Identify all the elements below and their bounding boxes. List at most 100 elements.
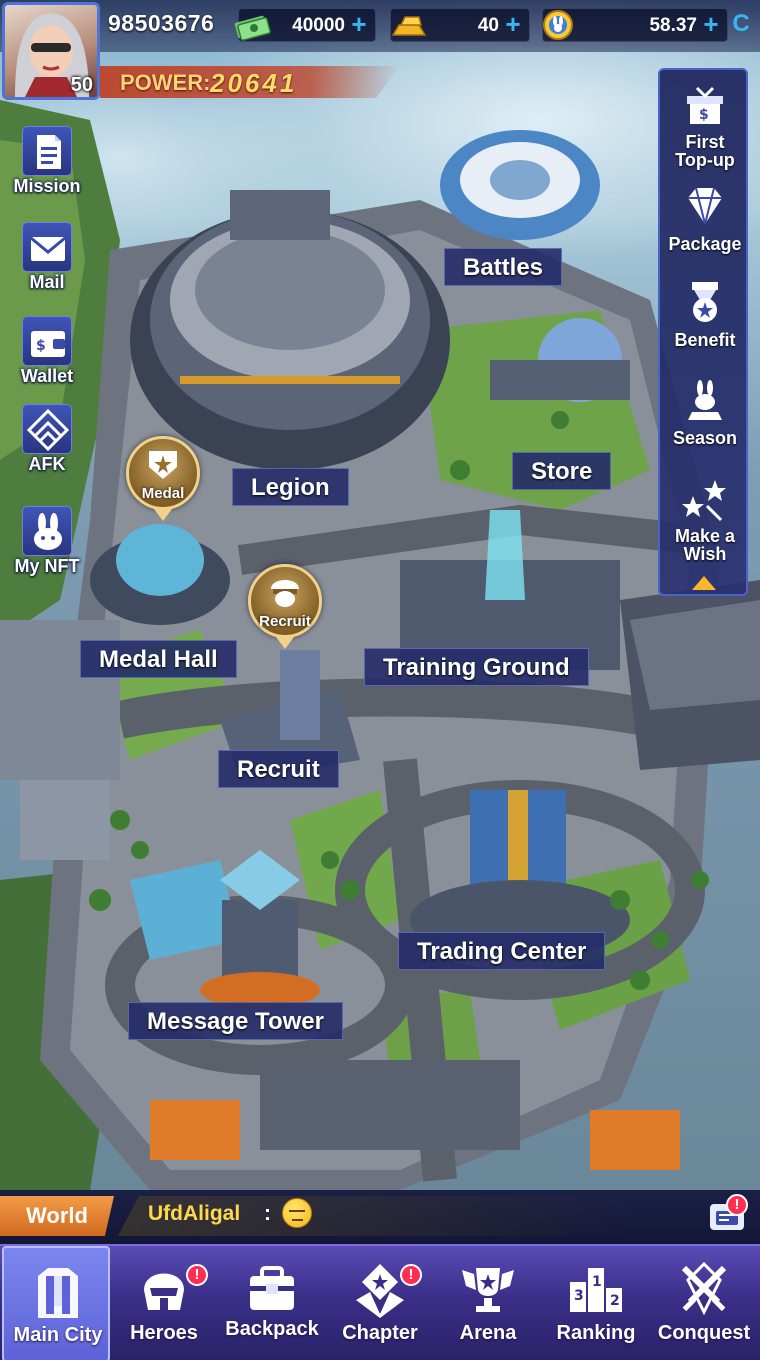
podium-icon: 1 3 2 [570, 1268, 622, 1312]
mission-button[interactable]: Mission [5, 126, 89, 202]
afk-label: AFK [28, 454, 66, 474]
cash-value: 40000 [292, 15, 345, 36]
refresh-icon[interactable]: C [728, 10, 754, 38]
document-icon [37, 135, 61, 169]
my-nft-button[interactable]: My NFT [5, 506, 89, 582]
battles-label[interactable]: Battles [444, 248, 563, 286]
medal-badge-label: Medal [141, 485, 185, 502]
nav-heroes[interactable]: ! Heroes [110, 1246, 218, 1360]
chat-alert-badge: ! [726, 1194, 748, 1216]
nav-backpack-label: Backpack [225, 1318, 319, 1340]
bunny-pedestal-icon [688, 380, 722, 420]
diamond-icon [688, 187, 722, 225]
chapter-alert-badge: ! [400, 1264, 422, 1286]
crossed-swords-icon [681, 1261, 727, 1316]
bunny-coin-icon [543, 10, 573, 40]
nav-ranking-label: Ranking [556, 1322, 636, 1344]
my-nft-icon-frame [22, 506, 72, 556]
stars-icon [682, 480, 726, 522]
nav-arena-label: Arena [459, 1322, 517, 1344]
medal-hall-label[interactable]: Medal Hall [80, 640, 237, 678]
player-level: 50 [70, 74, 93, 96]
player-avatar[interactable]: 50 [2, 2, 100, 100]
bottom-nav: Main City ! Heroes Backpack ! Chapter Ar… [0, 1244, 760, 1360]
chat-channel-tab[interactable]: World [0, 1196, 114, 1236]
heroes-alert-badge: ! [186, 1264, 208, 1286]
svg-text:1: 1 [592, 1274, 602, 1290]
helmet-icon [144, 1273, 184, 1310]
wallet-button[interactable]: $ Wallet [5, 316, 89, 392]
chapter-badge-icon [356, 1264, 404, 1318]
gold-resource: 40 + [390, 8, 530, 42]
season-label: Season [672, 428, 738, 448]
collapse-arrow-icon[interactable] [692, 576, 716, 590]
nav-conquest[interactable]: Conquest [650, 1246, 758, 1360]
make-a-wish-label-1: Make a [674, 526, 736, 546]
afk-button[interactable]: AFK [5, 404, 89, 480]
season-button[interactable]: Season [660, 378, 750, 458]
store-label[interactable]: Store [512, 452, 612, 490]
mail-button[interactable]: Mail [5, 222, 89, 298]
trophy-wings-icon [462, 1268, 514, 1312]
chat-separator: : [264, 1202, 271, 1225]
nav-chapter[interactable]: ! Chapter [326, 1246, 434, 1360]
power-label: POWER: [120, 70, 211, 95]
afk-icon-frame [22, 404, 72, 454]
gift-icon: $ [687, 86, 723, 124]
medal-badge[interactable]: Medal [126, 436, 200, 510]
medal-star-icon [149, 451, 177, 479]
benefit-label: Benefit [674, 330, 736, 350]
message-tower-label[interactable]: Message Tower [128, 1002, 343, 1040]
nav-ranking[interactable]: 1 3 2 Ranking [542, 1246, 650, 1360]
neutral-face-emoji-icon [282, 1198, 312, 1228]
mail-label: Mail [29, 272, 65, 292]
svg-text:$: $ [699, 107, 709, 123]
city-map[interactable] [0, 0, 760, 1190]
first-topup-label-2: Top-up [675, 150, 735, 170]
training-ground-label[interactable]: Training Ground [364, 648, 589, 686]
cash-icon [234, 15, 271, 41]
envelope-icon [30, 236, 66, 261]
gold-bar-icon [391, 16, 427, 36]
trading-center-label[interactable]: Trading Center [398, 932, 606, 970]
gold-value: 40 [477, 15, 499, 36]
nav-backpack[interactable]: Backpack [218, 1246, 326, 1360]
nav-heroes-label: Heroes [130, 1322, 198, 1344]
recruit-badge[interactable]: Recruit [248, 564, 322, 638]
medal-ribbon-icon [692, 282, 718, 322]
svg-text:$: $ [36, 338, 46, 354]
benefit-button[interactable]: Benefit [660, 280, 750, 360]
soldier-icon [271, 580, 299, 607]
recruit-badge-label: Recruit [259, 613, 311, 630]
chat-username[interactable]: UfdAligal [148, 1202, 240, 1226]
nav-conquest-label: Conquest [657, 1322, 751, 1344]
add-bunny-coin-button[interactable]: + [699, 11, 723, 37]
power-value: 20641 [210, 68, 298, 98]
bunny-coin-value: 58.37 [649, 15, 697, 36]
nav-arena[interactable]: Arena [434, 1246, 542, 1360]
player-id: 98503676 [108, 10, 215, 36]
bunny-icon [34, 513, 62, 550]
power-banner: POWER: 20641 [100, 66, 400, 98]
wallet-icon: $ [31, 331, 65, 357]
legion-label[interactable]: Legion [232, 468, 349, 506]
bunny-coin-resource: 58.37 + [542, 8, 728, 42]
make-a-wish-label-2: Wish [683, 544, 727, 564]
main-city-icon [38, 1268, 78, 1318]
mission-label: Mission [13, 176, 81, 196]
nav-chapter-label: Chapter [342, 1322, 418, 1344]
mission-icon-frame [22, 126, 72, 176]
city-map-art [0, 100, 760, 1190]
add-gold-button[interactable]: + [501, 11, 525, 37]
first-topup-label-1: First [685, 132, 725, 152]
first-topup-button[interactable]: $ First Top-up [660, 84, 750, 176]
package-button[interactable]: Package [660, 184, 750, 264]
make-a-wish-button[interactable]: Make a Wish [660, 476, 750, 568]
wallet-icon-frame: $ [22, 316, 72, 366]
cash-resource: 40000 + [234, 8, 376, 42]
nav-main-city[interactable]: Main City [2, 1246, 110, 1360]
add-cash-button[interactable]: + [347, 11, 371, 37]
my-nft-label: My NFT [14, 556, 80, 576]
chat-bar[interactable]: World UfdAligal : ! [0, 1190, 760, 1244]
recruit-label[interactable]: Recruit [218, 750, 339, 788]
